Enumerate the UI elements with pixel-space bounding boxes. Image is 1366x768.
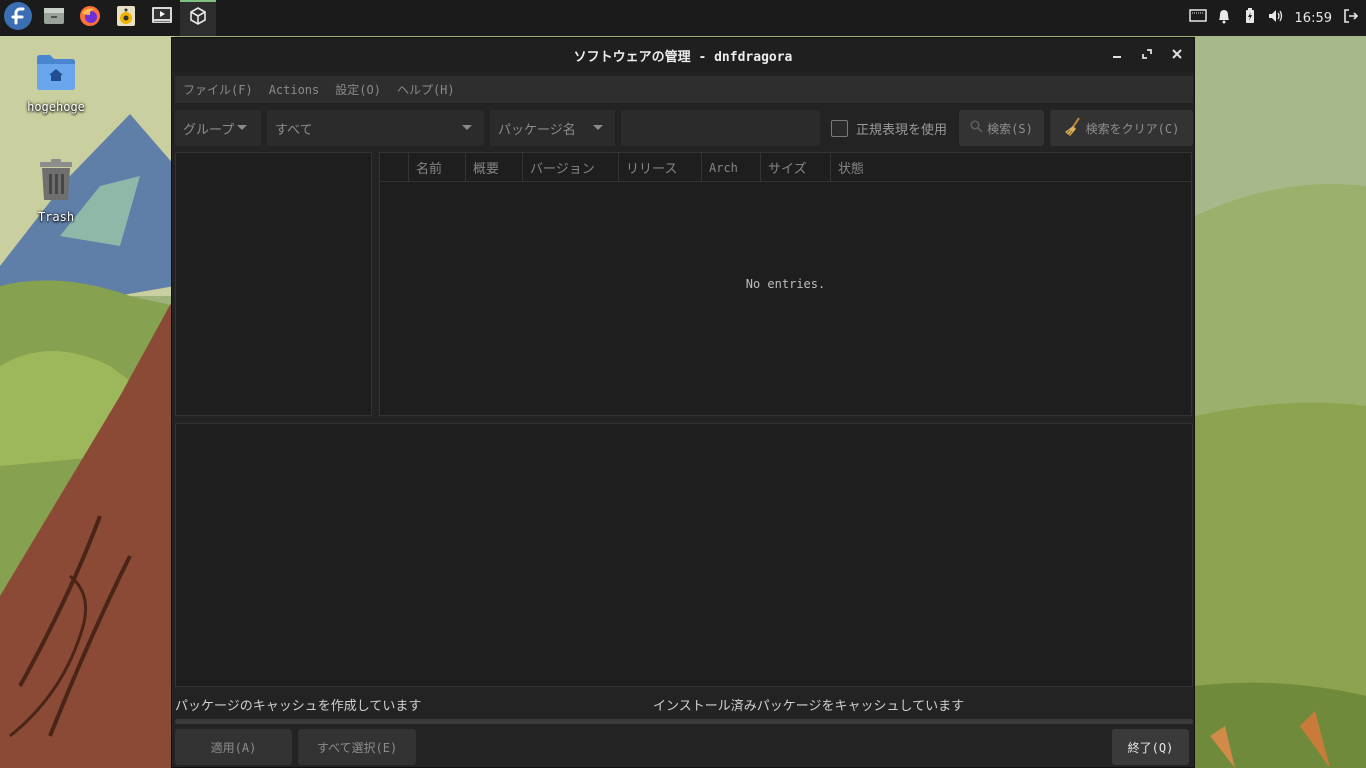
volume-tray-button[interactable] — [1267, 9, 1285, 27]
status-filter-combo[interactable]: すべて — [267, 110, 484, 146]
minimize-icon — [1112, 47, 1122, 63]
maximize-icon — [1142, 47, 1152, 63]
display-tray-button[interactable] — [1188, 9, 1207, 27]
status-filter-combo-label: すべて — [275, 122, 313, 138]
dnfdragora-task-button[interactable] — [180, 0, 216, 36]
desktop-icon-trash[interactable]: Trash — [16, 158, 96, 224]
rhythmbox-launcher[interactable] — [108, 0, 144, 36]
battery-charging-icon — [1245, 8, 1255, 28]
regex-checkbox[interactable] — [831, 119, 848, 137]
search-input[interactable] — [621, 110, 820, 146]
clear-search-button-label: 検索をクリア(C) — [1085, 121, 1180, 136]
file-manager-launcher[interactable] — [36, 0, 72, 36]
search-button[interactable]: 検索(S) — [959, 110, 1044, 146]
group-tree[interactable] — [175, 152, 372, 416]
clear-search-button[interactable]: 検索をクリア(C) — [1050, 110, 1193, 146]
desktop-icon-home[interactable]: hogehoge — [16, 52, 96, 114]
search-icon — [970, 120, 983, 136]
desktop-icon-label: Trash — [37, 210, 75, 224]
speaker-icon — [1268, 9, 1284, 27]
trash-icon — [38, 158, 74, 206]
search-field-combo-label: パッケージ名 — [498, 122, 576, 138]
quit-button[interactable]: 終了(Q) — [1112, 729, 1189, 765]
group-view-combo[interactable]: グループ — [175, 110, 261, 146]
column-header-select[interactable] — [380, 153, 409, 182]
video-player-icon — [151, 6, 173, 30]
close-button[interactable] — [1168, 46, 1186, 64]
notifications-tray-button[interactable] — [1215, 9, 1233, 27]
top-panel: 16:59 — [0, 0, 1366, 36]
apply-button[interactable]: 適用(A) — [175, 729, 292, 765]
column-header-summary[interactable]: 概要 — [466, 153, 523, 182]
broom-icon — [1064, 116, 1082, 140]
filter-bar: グループ すべて パッケージ名 正規表現を使用 検索(S) 検索をクリア(C) — [175, 110, 1193, 146]
video-player-launcher[interactable] — [144, 0, 180, 36]
regex-label: 正規表現を使用 — [856, 122, 948, 138]
chevron-down-icon — [237, 125, 247, 130]
menu-help[interactable]: ヘルプ(H) — [389, 81, 463, 98]
close-icon — [1172, 47, 1182, 63]
package-manager-icon — [188, 6, 208, 30]
progress-bar — [175, 719, 1193, 724]
menu-file[interactable]: ファイル(F) — [175, 81, 261, 98]
file-manager-icon — [43, 6, 65, 30]
maximize-button[interactable] — [1138, 46, 1156, 64]
select-all-button[interactable]: すべて選択(E) — [298, 729, 416, 765]
regex-option[interactable]: 正規表現を使用 — [831, 110, 947, 146]
column-header-version[interactable]: バージョン — [523, 153, 619, 182]
firefox-icon — [79, 5, 101, 31]
status-text-secondary: インストール済みパッケージをキャッシュしています — [653, 699, 965, 714]
column-header-release[interactable]: リリース — [619, 153, 702, 182]
package-table-header: 名前 概要 バージョン リリース Arch サイズ 状態 — [380, 153, 1191, 182]
minimize-button[interactable] — [1108, 46, 1126, 64]
package-info-pane[interactable] — [175, 423, 1193, 687]
status-text-primary: パッケージのキャッシュを作成しています — [175, 699, 422, 714]
battery-tray-button[interactable] — [1241, 8, 1259, 28]
column-header-status[interactable]: 状態 — [831, 153, 1191, 182]
logout-tray-button[interactable] — [1342, 9, 1360, 27]
window-titlebar[interactable]: ソフトウェアの管理 - dnfdragora — [172, 38, 1194, 72]
window-title: ソフトウェアの管理 - dnfdragora — [573, 49, 793, 65]
column-header-size[interactable]: サイズ — [761, 153, 831, 182]
column-header-arch[interactable]: Arch — [702, 153, 761, 182]
column-header-name[interactable]: 名前 — [409, 153, 466, 182]
chevron-down-icon — [593, 125, 603, 130]
search-field-combo[interactable]: パッケージ名 — [490, 110, 615, 146]
monitor-icon — [1188, 9, 1207, 27]
desktop-icon-label: hogehoge — [27, 100, 85, 114]
rhythmbox-icon — [116, 5, 136, 31]
chevron-down-icon — [462, 125, 472, 130]
fedora-logo-icon — [3, 1, 33, 35]
group-view-combo-label: グループ — [183, 122, 235, 138]
menu-actions[interactable]: Actions — [261, 83, 328, 97]
menu-settings[interactable]: 設定(O) — [327, 81, 389, 98]
dnfdragora-window: ソフトウェアの管理 - dnfdragora ファイル(F) Actions 設… — [171, 37, 1195, 768]
window-controls — [1108, 38, 1186, 72]
menu-bar: ファイル(F) Actions 設定(O) ヘルプ(H) — [175, 76, 1193, 103]
logout-icon — [1344, 9, 1359, 27]
package-table-empty-message: No entries. — [745, 277, 826, 291]
home-folder-icon — [35, 52, 77, 96]
system-tray: 16:59 — [1188, 0, 1366, 36]
fedora-menu-button[interactable] — [0, 0, 36, 36]
bell-icon — [1217, 8, 1231, 28]
firefox-launcher[interactable] — [72, 0, 108, 36]
panel-clock[interactable]: 16:59 — [1293, 11, 1334, 26]
launcher-bar — [0, 0, 216, 36]
package-table[interactable]: 名前 概要 バージョン リリース Arch サイズ 状態 No entries. — [379, 152, 1192, 416]
search-button-label: 検索(S) — [987, 121, 1033, 136]
